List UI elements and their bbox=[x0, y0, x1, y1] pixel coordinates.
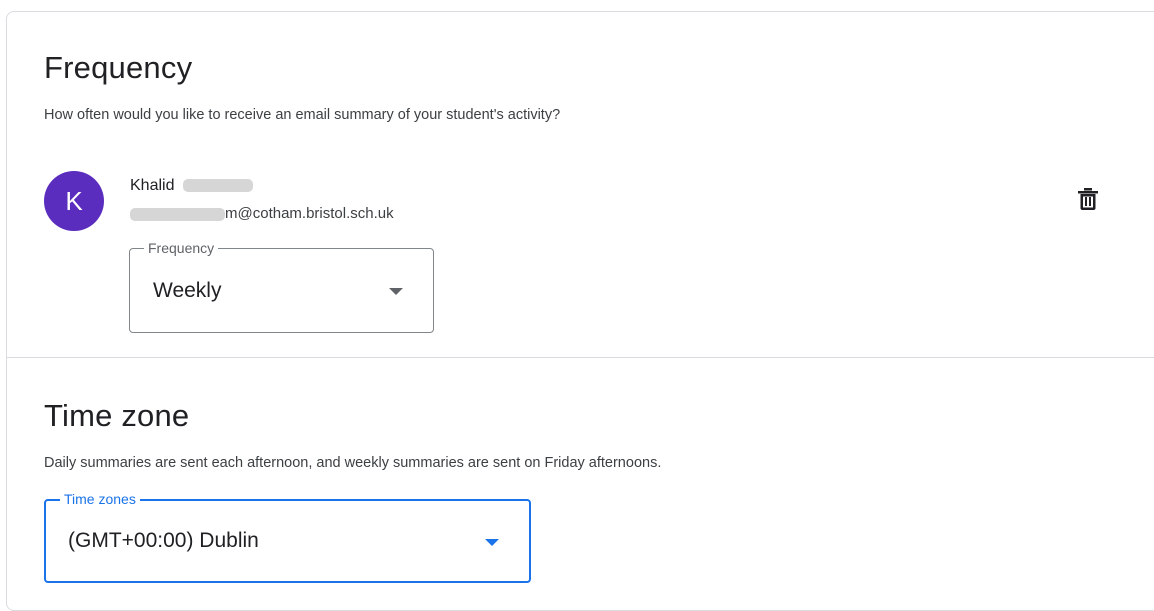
timezone-select-label: Time zones bbox=[60, 490, 140, 508]
guardian-email-text: m@cotham.bristol.sch.uk bbox=[225, 205, 394, 222]
redacted-surname bbox=[182, 179, 253, 193]
section-divider bbox=[7, 357, 1154, 358]
frequency-heading: Frequency bbox=[44, 50, 193, 85]
guardian-name: Khalid bbox=[130, 177, 253, 195]
timezone-select-value: (GMT+00:00) Dublin bbox=[68, 529, 259, 552]
guardian-name-text: Khalid bbox=[130, 177, 175, 194]
trash-icon bbox=[1078, 188, 1098, 210]
chevron-down-icon bbox=[389, 288, 403, 295]
frequency-select-label: Frequency bbox=[144, 239, 219, 257]
chevron-down-icon bbox=[485, 539, 499, 546]
avatar: K bbox=[44, 171, 104, 231]
timezone-select[interactable]: Time zones (GMT+00:00) Dublin bbox=[44, 490, 531, 583]
remove-guardian-button[interactable] bbox=[1074, 185, 1102, 213]
guardian-email: m@cotham.bristol.sch.uk bbox=[130, 205, 394, 222]
frequency-select[interactable]: Frequency Weekly bbox=[129, 239, 434, 333]
timezone-heading: Time zone bbox=[44, 398, 190, 433]
redacted-email-prefix bbox=[130, 207, 225, 221]
frequency-description: How often would you like to receive an e… bbox=[44, 107, 561, 123]
frequency-select-value: Weekly bbox=[153, 279, 222, 302]
timezone-description: Daily summaries are sent each afternoon,… bbox=[44, 455, 662, 471]
avatar-initial: K bbox=[65, 185, 83, 216]
